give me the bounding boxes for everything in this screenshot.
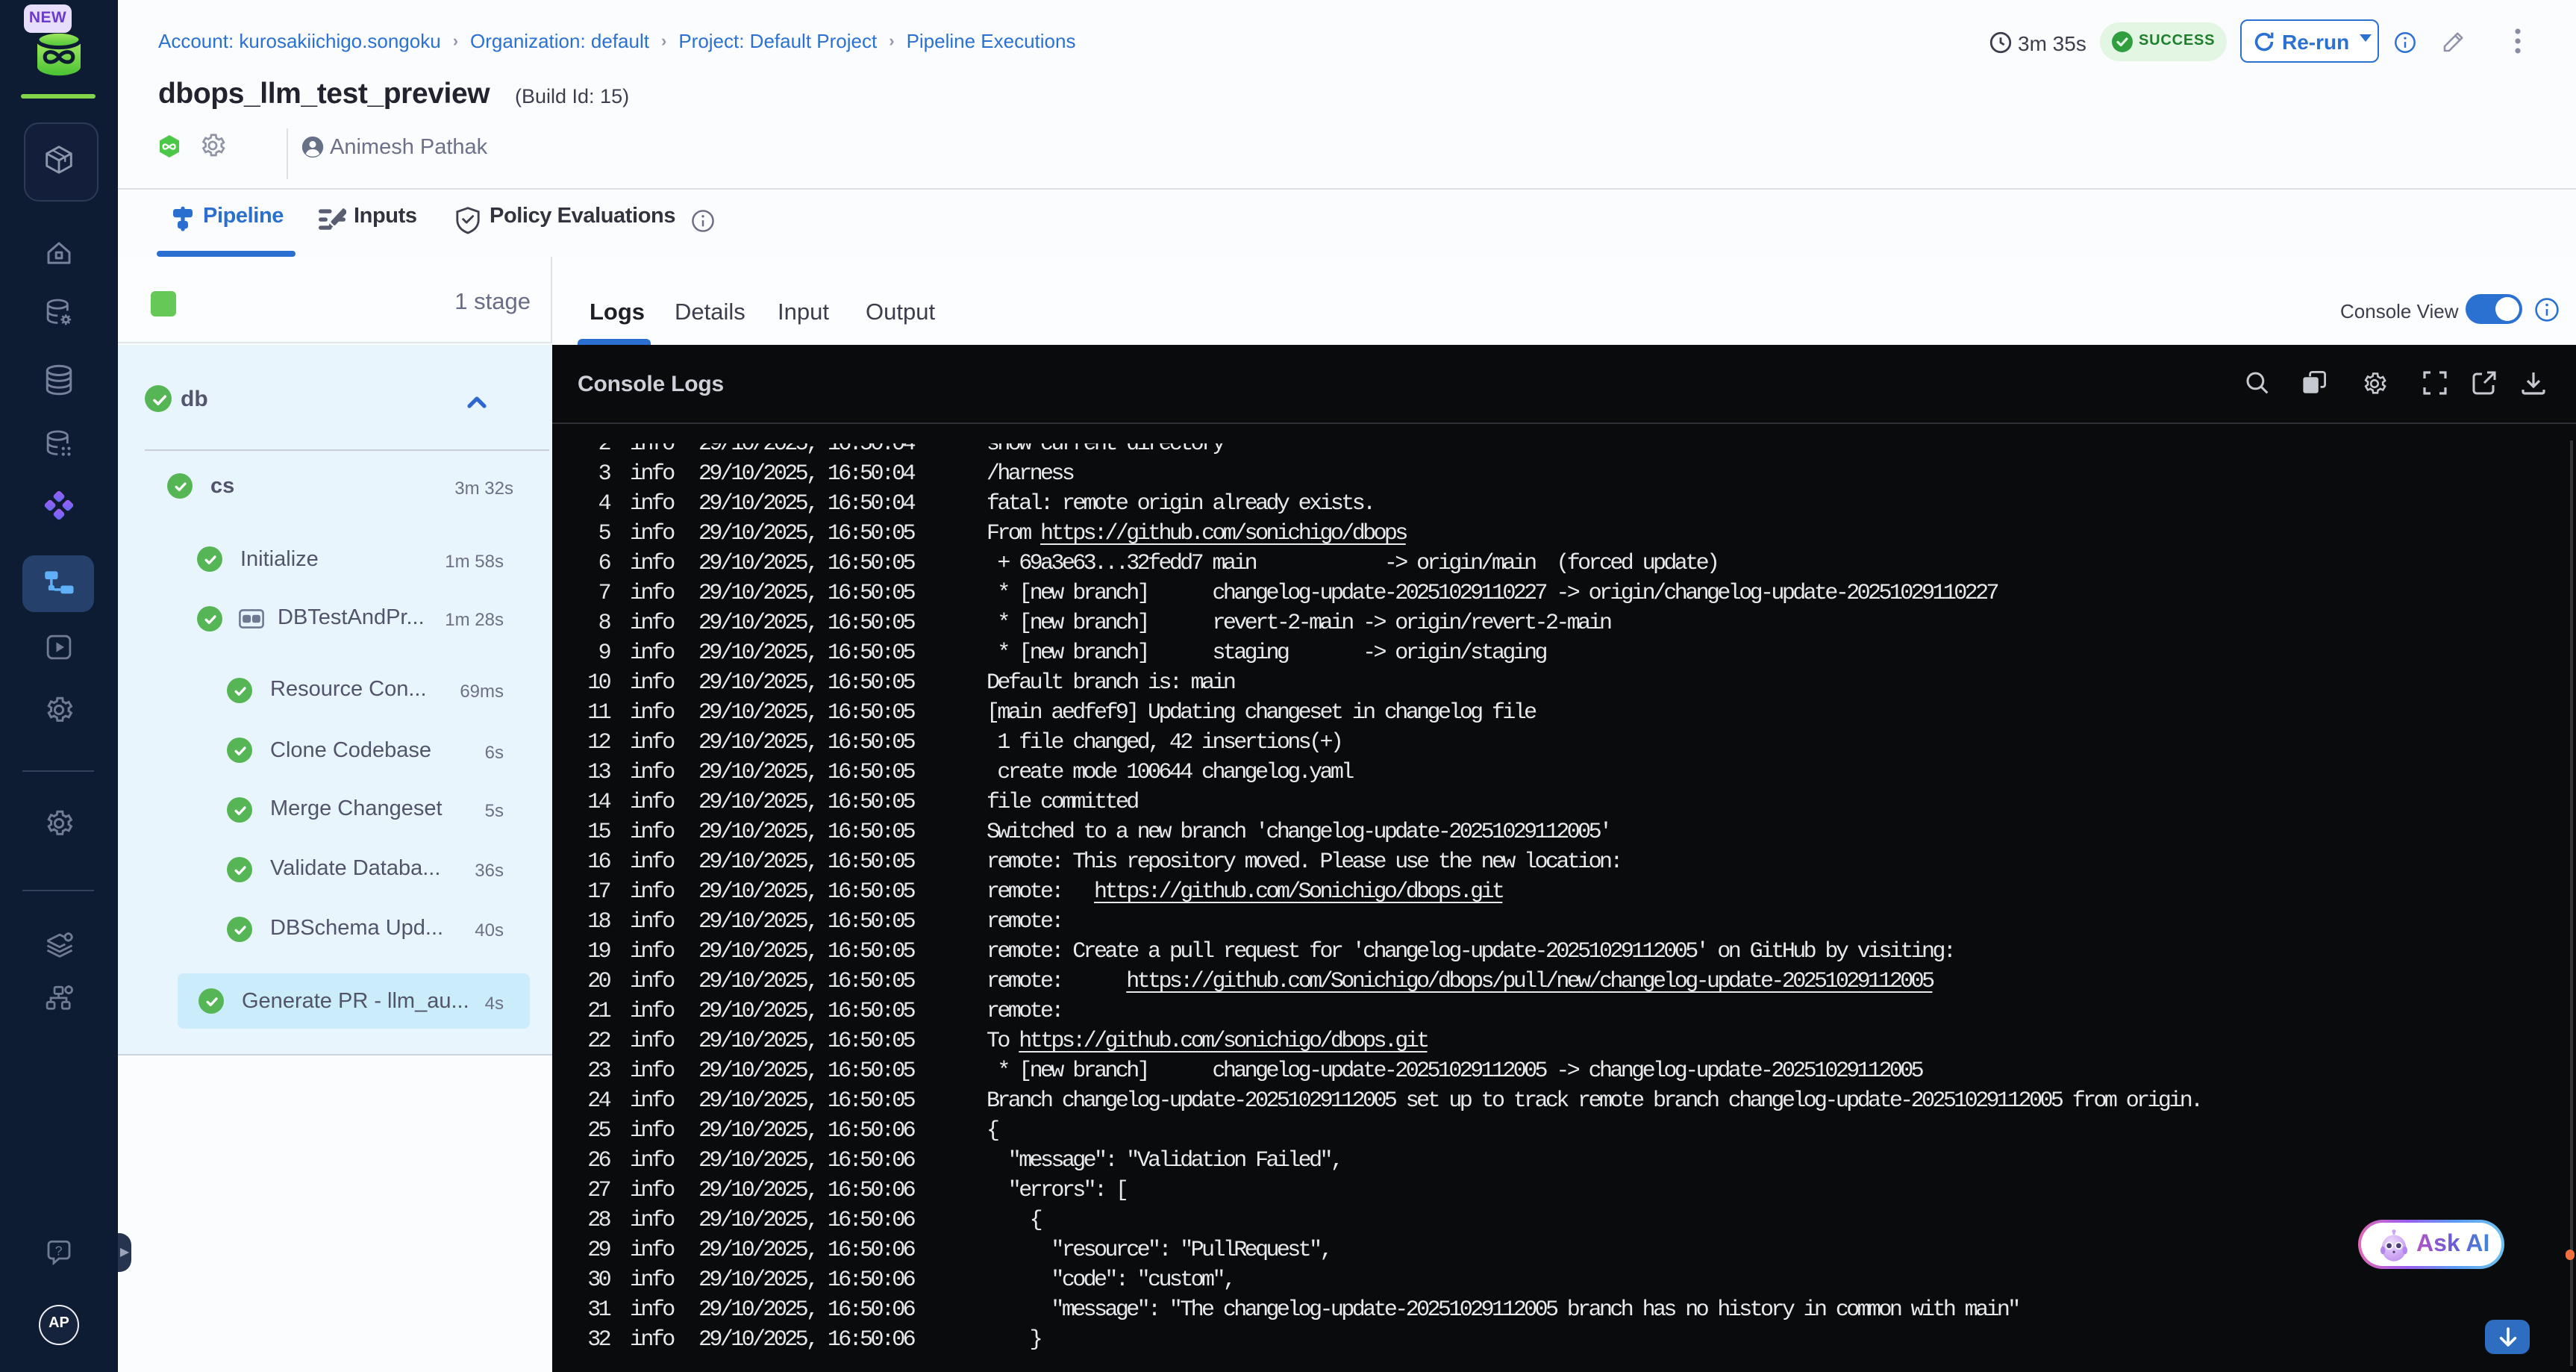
svg-text:?: ? <box>55 1244 63 1259</box>
